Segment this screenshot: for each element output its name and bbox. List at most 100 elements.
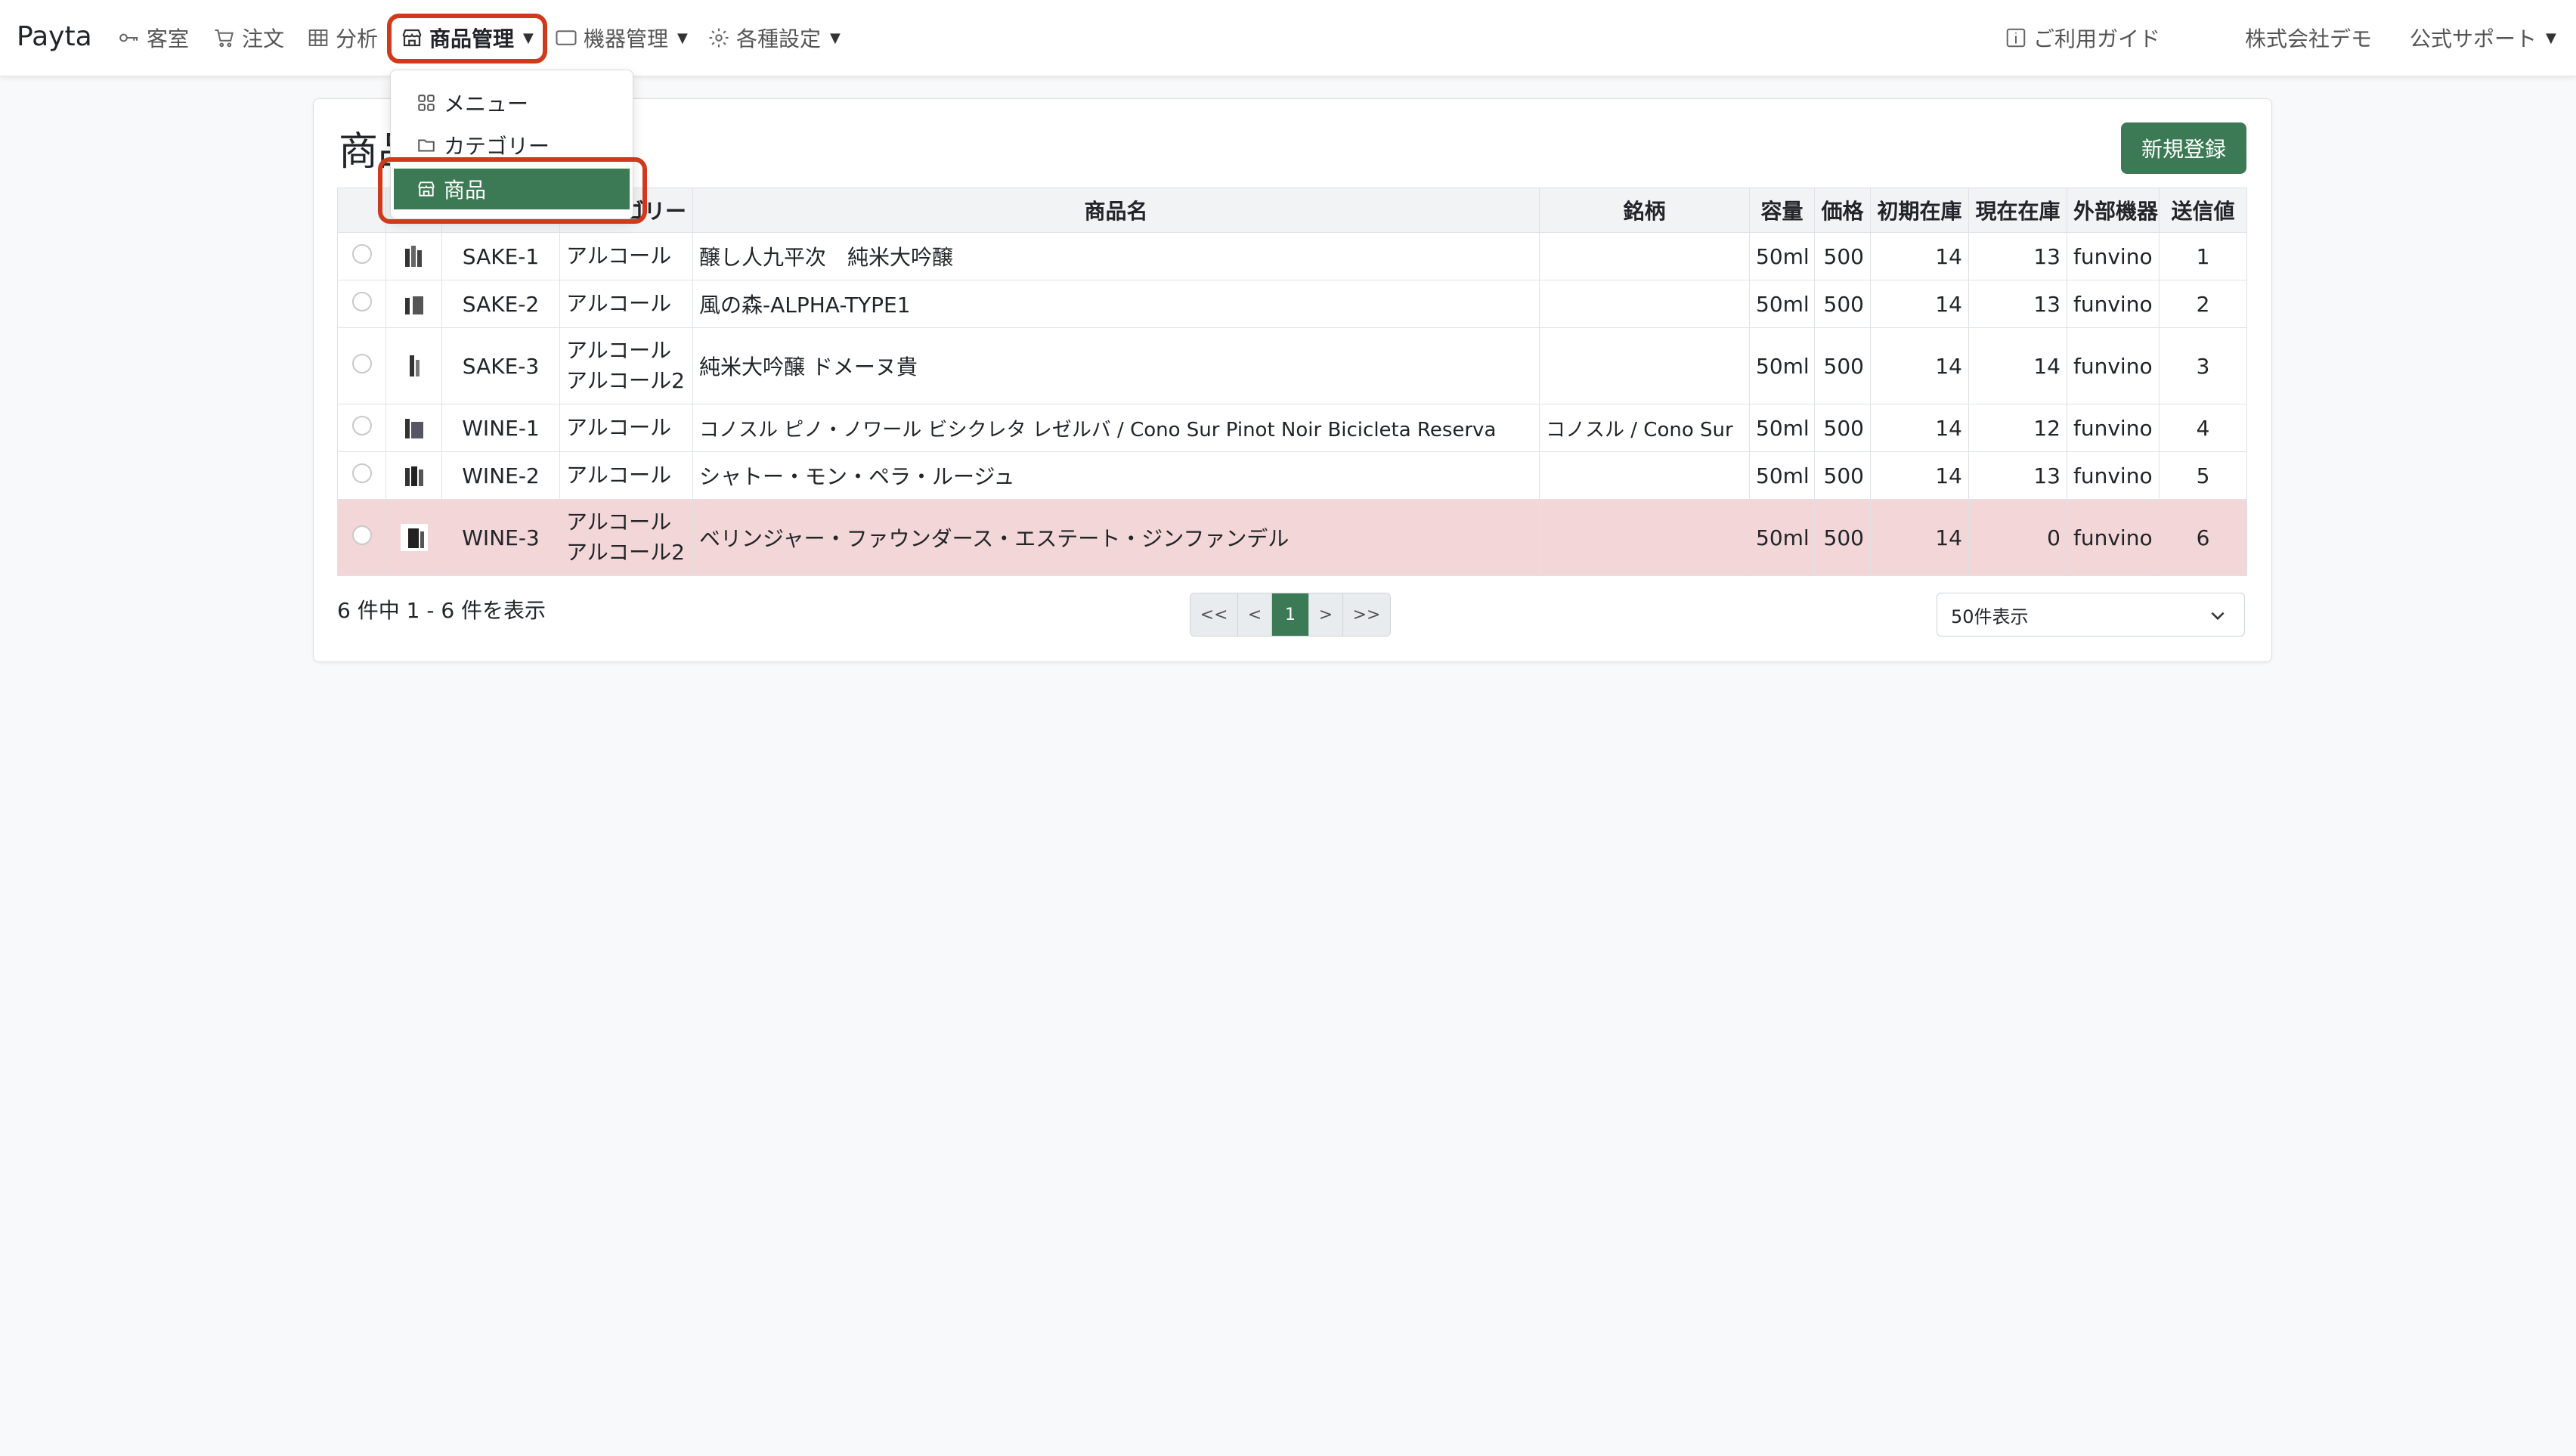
product-name: 醸し人九平次 純米大吟醸 (692, 232, 1540, 280)
bottle-thumbnail-icon (404, 246, 422, 267)
row-radio-cell[interactable] (337, 499, 386, 576)
nav-company[interactable]: 株式会社デモ (2245, 17, 2372, 59)
product-category: アルコール アルコール2 (559, 327, 693, 404)
row-radio[interactable] (351, 353, 372, 373)
nav-settings-label: 各種設定 (736, 26, 822, 51)
product-send-value: 1 (2159, 232, 2247, 280)
top-navbar: Payta 客室 注文 分析 商品管理 ▼ 機器管理 ▼ 各種設定 ▼ ご利用ガ… (0, 0, 2576, 76)
col-price[interactable]: 価格 (1814, 187, 1871, 233)
nav-support-label: 公式サポート (2410, 26, 2537, 51)
per-page-value: 50件表示 (1951, 606, 2029, 627)
table-row[interactable]: SAKE-2 アルコール 風の森-ALPHA-TYPE1 50ml 500 14… (337, 280, 2247, 328)
col-brand[interactable]: 銘柄 (1539, 187, 1750, 233)
pager-current[interactable]: 1 (1272, 593, 1309, 636)
row-radio[interactable] (351, 415, 372, 435)
product-initial-stock: 14 (1870, 499, 1969, 576)
product-initial-stock: 14 (1870, 327, 1969, 404)
product-current-stock: 12 (1968, 404, 2067, 452)
product-brand (1539, 280, 1750, 328)
row-radio-cell[interactable] (337, 232, 386, 280)
product-category: アルコール アルコール2 (559, 499, 693, 576)
product-brand (1539, 499, 1750, 576)
product-price: 500 (1814, 499, 1871, 576)
pager-first[interactable]: << (1190, 593, 1238, 636)
pager-prev[interactable]: < (1238, 593, 1272, 636)
table-row[interactable]: SAKE-3 アルコール アルコール2 純米大吟醸 ドメーヌ貴 50ml 500… (337, 327, 2247, 404)
highlight-frame-nav (387, 14, 547, 64)
product-brand (1539, 327, 1750, 404)
caret-down-icon: ▼ (2546, 29, 2556, 46)
product-name: 純米大吟醸 ドメーヌ貴 (692, 327, 1540, 404)
product-current-stock: 0 (1968, 499, 2067, 576)
folder-icon (418, 139, 435, 152)
nav-analytics[interactable]: 分析 (307, 17, 378, 59)
product-volume: 50ml (1749, 232, 1815, 280)
row-radio-cell[interactable] (337, 451, 386, 500)
col-volume[interactable]: 容量 (1749, 187, 1815, 233)
product-external-device: funvino (2067, 404, 2160, 452)
product-thumbnail-cell (385, 280, 442, 328)
product-thumbnail-cell (385, 232, 442, 280)
bottle-thumbnail-icon (400, 524, 428, 551)
brand-logo[interactable]: Payta (17, 21, 92, 52)
product-current-stock: 13 (1968, 451, 2067, 500)
pager-last[interactable]: >> (1343, 593, 1390, 636)
product-thumbnail-cell (385, 451, 442, 500)
bottle-thumbnail-icon (404, 296, 423, 314)
nav-orders-label: 注文 (242, 26, 285, 51)
product-price: 500 (1814, 280, 1871, 328)
product-category: アルコール (559, 451, 693, 500)
row-radio[interactable] (351, 525, 372, 545)
product-name: ベリンジャー・ファウンダース・エステート・ジンファンデル (692, 499, 1540, 576)
row-radio-cell[interactable] (337, 327, 386, 404)
nav-device-mgmt[interactable]: 機器管理 ▼ (555, 17, 688, 59)
row-radio[interactable] (351, 463, 372, 483)
table-row[interactable]: WINE-1 アルコール コノスル ピノ・ノワール ビシクレタ レゼルバ / C… (337, 404, 2247, 452)
tablet-icon (556, 30, 577, 45)
col-name[interactable]: 商品名 (692, 187, 1540, 233)
nav-guest-room-label: 客室 (147, 26, 190, 51)
row-radio-cell[interactable] (337, 280, 386, 328)
table-row[interactable]: WINE-2 アルコール シャトー・モン・ペラ・ルージュ 50ml 500 14… (337, 451, 2247, 500)
product-brand (1539, 232, 1750, 280)
col-current-stock[interactable]: 現在在庫 (1968, 187, 2067, 233)
product-brand (1539, 451, 1750, 500)
col-external-device[interactable]: 外部機器 (2067, 187, 2160, 233)
product-initial-stock: 14 (1870, 232, 1969, 280)
table-icon (308, 29, 328, 46)
product-external-device: funvino (2067, 327, 2160, 404)
product-code: WINE-2 (441, 451, 560, 500)
dropdown-item-category-label: カテゴリー (444, 134, 550, 159)
row-radio-cell[interactable] (337, 404, 386, 452)
table-row[interactable]: SAKE-1 アルコール 醸し人九平次 純米大吟醸 50ml 500 14 13… (337, 232, 2247, 280)
new-register-button[interactable]: 新規登録 (2121, 122, 2246, 174)
per-page-select[interactable]: 50件表示 (1937, 593, 2245, 637)
nav-orders[interactable]: 注文 (213, 17, 284, 59)
dropdown-item-menu[interactable]: メニュー (391, 82, 633, 123)
category-line-2: アルコール2 (566, 368, 685, 393)
row-radio[interactable] (351, 291, 372, 311)
product-external-device: funvino (2067, 232, 2160, 280)
col-send-value[interactable]: 送信値 (2159, 187, 2247, 233)
nav-guest-room[interactable]: 客室 (118, 17, 189, 59)
pager-next[interactable]: > (1309, 593, 1343, 636)
product-current-stock: 13 (1968, 280, 2067, 328)
row-radio[interactable] (351, 243, 372, 264)
product-code: SAKE-3 (441, 327, 560, 404)
product-name: シャトー・モン・ペラ・ルージュ (692, 451, 1540, 500)
table-row[interactable]: WINE-3 アルコール アルコール2 ベリンジャー・ファウンダース・エステート… (337, 499, 2247, 576)
nav-company-label: 株式会社デモ (2245, 26, 2373, 51)
col-initial-stock[interactable]: 初期在庫 (1870, 187, 1969, 233)
product-current-stock: 13 (1968, 232, 2067, 280)
product-category: アルコール (559, 280, 693, 328)
nav-guide[interactable]: ご利用ガイド (2005, 17, 2160, 59)
caret-down-icon: ▼ (677, 29, 688, 46)
product-thumbnail-cell (385, 404, 442, 452)
product-send-value: 6 (2159, 499, 2247, 576)
nav-settings[interactable]: 各種設定 ▼ (707, 17, 841, 59)
nav-support[interactable]: 公式サポート ▼ (2410, 17, 2556, 59)
highlight-frame-dropdown (378, 157, 647, 224)
product-name: 風の森-ALPHA-TYPE1 (692, 280, 1540, 328)
nav-guide-label: ご利用ガイド (2033, 26, 2161, 51)
product-volume: 50ml (1749, 280, 1815, 328)
